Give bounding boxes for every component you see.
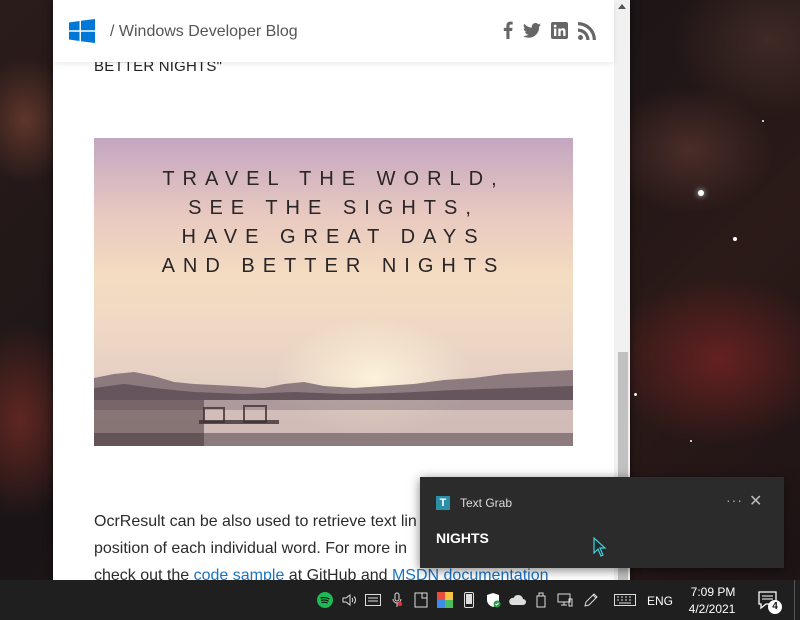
breadcrumb[interactable]: / Windows Developer Blog: [110, 23, 298, 41]
notification-app-name: Text Grab: [460, 496, 513, 510]
paragraph-text: at GitHub and: [284, 567, 392, 580]
phone-icon[interactable]: [460, 591, 478, 609]
star: [762, 120, 764, 122]
linkedin-icon[interactable]: [550, 21, 568, 39]
text-grab-app-icon: T: [436, 496, 450, 510]
usb-drive-icon[interactable]: [532, 591, 550, 609]
volume-icon[interactable]: [340, 591, 358, 609]
facebook-icon[interactable]: [502, 21, 514, 39]
scroll-up-arrow-icon[interactable]: [618, 4, 626, 9]
star: [733, 237, 737, 241]
hero-line-4: AND BETTER NIGHTS: [161, 255, 506, 277]
pen-icon[interactable]: [582, 591, 600, 609]
twitter-icon[interactable]: [523, 21, 541, 39]
input-language[interactable]: ENG: [647, 594, 673, 608]
close-notification-button[interactable]: ✕: [749, 491, 762, 511]
hero-line-2: SEE THE SIGHTS,: [188, 197, 479, 219]
network-icon[interactable]: [556, 591, 574, 609]
star: [698, 190, 704, 196]
onedrive-icon[interactable]: [508, 591, 526, 609]
security-shield-icon[interactable]: [484, 591, 502, 609]
show-desktop-button[interactable]: [794, 580, 795, 620]
star: [690, 440, 692, 442]
paragraph-line-3: check out the code sample at GitHub and …: [94, 567, 594, 580]
taskbar: ENG 7:09 PM 4/2/2021 4: [0, 580, 800, 620]
code-sample-link[interactable]: code sample: [194, 567, 285, 580]
microphone-icon[interactable]: [388, 591, 406, 609]
spotify-icon[interactable]: [316, 591, 334, 609]
site-header: / Windows Developer Blog: [53, 0, 614, 62]
hero-line-1: TRAVEL THE WORLD,: [162, 168, 505, 190]
star: [634, 393, 637, 396]
touch-keyboard-icon[interactable]: [614, 591, 636, 609]
hero-line-3: HAVE GREAT DAYS: [181, 226, 486, 248]
clock-date[interactable]: 4/2/2021: [684, 602, 740, 616]
windows-logo-icon[interactable]: [69, 19, 95, 43]
more-options-button[interactable]: ···: [726, 492, 743, 508]
paragraph-text: check out the: [94, 567, 194, 580]
keyboard-switch-icon[interactable]: [364, 591, 382, 609]
notification-text: NIGHTS: [436, 530, 489, 546]
hero-image: TRAVEL THE WORLD, SEE THE SIGHTS, HAVE G…: [94, 138, 573, 446]
mouse-cursor-icon: [593, 537, 607, 557]
notification-count-badge: 4: [768, 600, 782, 614]
clock-time[interactable]: 7:09 PM: [688, 585, 738, 599]
notes-icon[interactable]: [412, 591, 430, 609]
rss-icon[interactable]: [577, 21, 597, 41]
color-picker-icon[interactable]: [436, 591, 454, 609]
msdn-documentation-link[interactable]: MSDN documentation: [392, 567, 549, 580]
